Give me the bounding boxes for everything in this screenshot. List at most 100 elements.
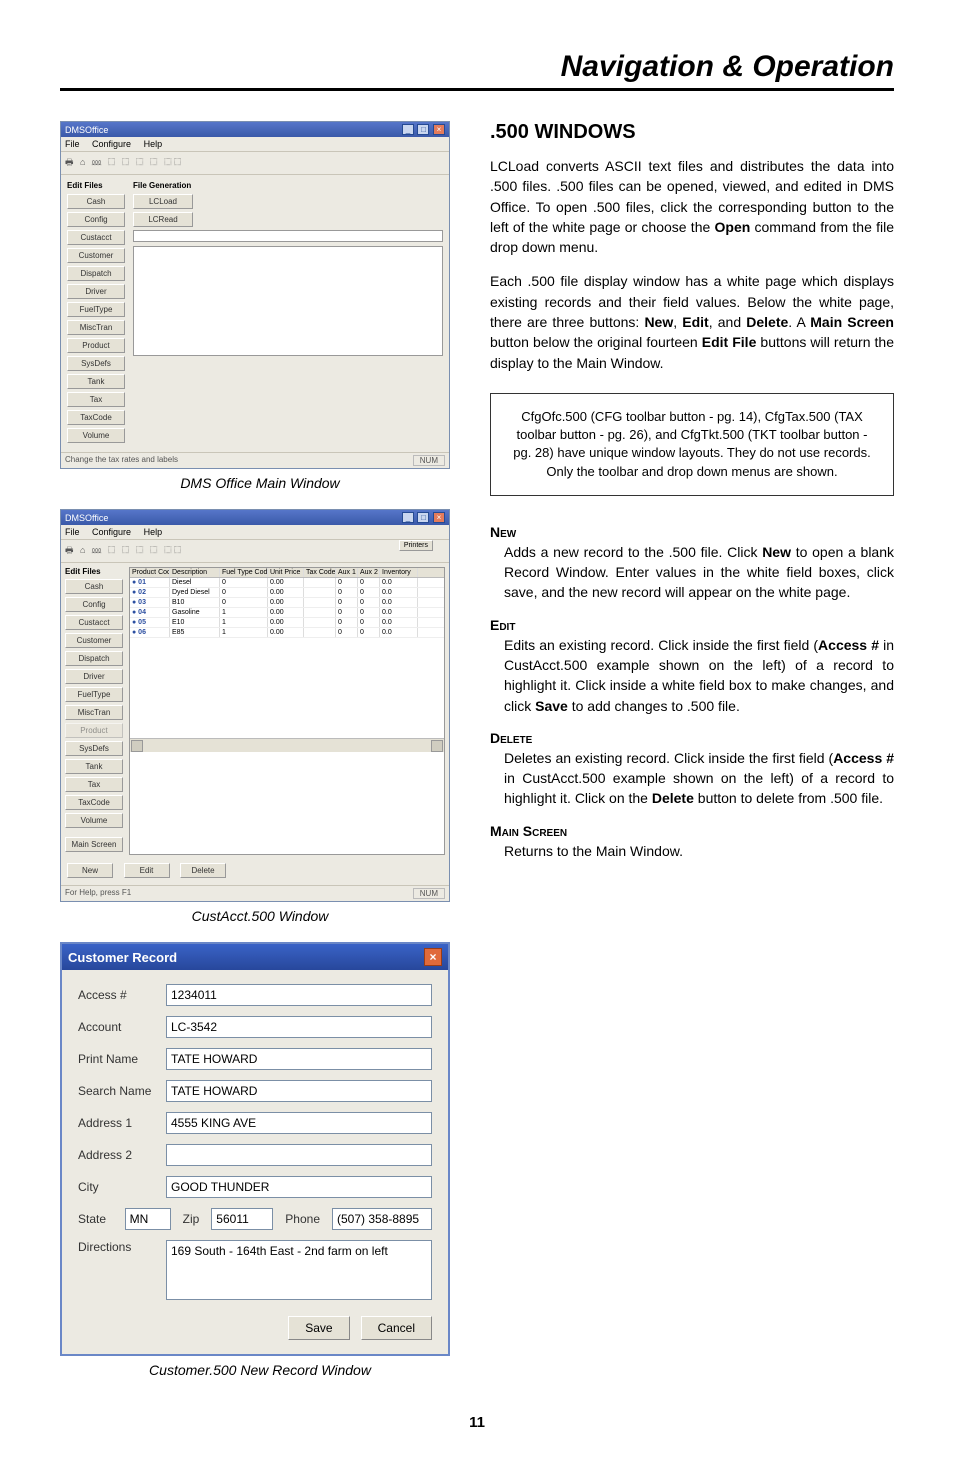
printname-input[interactable]: TATE HOWARD [166,1048,432,1070]
account-input[interactable]: LC-3542 [166,1016,432,1038]
close-icon[interactable]: × [433,124,445,135]
sidebar-volume[interactable]: Volume [67,428,125,443]
zip-input[interactable]: 56011 [211,1208,273,1230]
menubar: File Configure Help Printers [61,525,449,540]
menu-help[interactable]: Help [144,139,163,149]
maximize-icon[interactable]: □ [417,124,429,135]
sidebar-misctran[interactable]: MiscTran [65,705,123,720]
sidebar-fueltype[interactable]: FuelType [65,687,123,702]
printname-label: Print Name [78,1052,158,1066]
close-icon[interactable]: × [424,948,442,966]
access-input[interactable]: 1234011 [166,984,432,1006]
sidebar-custacct[interactable]: Custacct [65,615,123,630]
custacct-window: DMSOffice _ □ × File Configure Help Prin… [60,509,450,902]
sidebar-tax[interactable]: Tax [67,392,125,407]
subhead-delete: Delete [490,730,894,746]
sidebar-config[interactable]: Config [65,597,123,612]
delete-button[interactable]: Delete [180,863,226,878]
horizontal-scrollbar[interactable] [130,738,444,752]
minimize-icon[interactable]: _ [402,124,414,135]
window-title: DMSOffice [65,125,108,135]
sidebar-tax[interactable]: Tax [65,777,123,792]
sidebar-customer[interactable]: Customer [67,248,125,263]
data-grid: Product Code Description Fuel Type Code … [129,567,445,855]
numlock-indicator: NUM [413,888,445,899]
body-delete: Deletes an existing record. Click inside… [504,748,894,809]
sidebar-sysdefs[interactable]: SysDefs [65,741,123,756]
menubar: File Configure Help [61,137,449,152]
subhead-new: New [490,524,894,540]
window-controls: _ □ × [401,124,445,135]
sidebar-misctran[interactable]: MiscTran [67,320,125,335]
table-row[interactable]: ● 06E8510.00000.0 [130,628,444,638]
statusbar: Change the tax rates and labels NUM [61,452,449,468]
sidebar-config[interactable]: Config [67,212,125,227]
col-aux1[interactable]: Aux 1 [336,568,358,577]
numlock-indicator: NUM [413,455,445,466]
save-button[interactable]: Save [288,1316,349,1340]
sidebar-product[interactable]: Product [67,338,125,353]
menu-file[interactable]: File [65,527,80,537]
sidebar-dispatch[interactable]: Dispatch [65,651,123,666]
paragraph-1: LCLoad converts ASCII text files and dis… [490,156,894,257]
titlebar: Customer Record × [62,944,448,970]
col-fueltype[interactable]: Fuel Type Code [220,568,268,577]
titlebar: DMSOffice _ □ × [61,122,449,137]
menu-help[interactable]: Help [144,527,163,537]
col-unitprice[interactable]: Unit Price [268,568,304,577]
minimize-icon[interactable]: _ [402,512,414,523]
table-row[interactable]: ● 03B1000.00000.0 [130,598,444,608]
menu-file[interactable]: File [65,139,80,149]
printers-button[interactable]: Printers [399,540,433,551]
sidebar-sysdefs[interactable]: SysDefs [67,356,125,371]
col-taxcode[interactable]: Tax Code [304,568,336,577]
sidebar-taxcode[interactable]: TaxCode [67,410,125,425]
table-row[interactable]: ● 02Dyed Diesel00.00000.0 [130,588,444,598]
subhead-mainscreen: Main Screen [490,823,894,839]
sidebar-customer[interactable]: Customer [65,633,123,648]
left-column: DMSOffice _ □ × File Configure Help 🖶 ⌂ … [60,121,460,1396]
sidebar-driver[interactable]: Driver [67,284,125,299]
menu-configure[interactable]: Configure [92,139,131,149]
lcread-button[interactable]: LCRead [133,212,193,227]
address1-input[interactable]: 4555 KING AVE [166,1112,432,1134]
new-button[interactable]: New [67,863,113,878]
sidebar-cash[interactable]: Cash [65,579,123,594]
maximize-icon[interactable]: □ [417,512,429,523]
city-input[interactable]: GOOD THUNDER [166,1176,432,1198]
menu-configure[interactable]: Configure [92,527,131,537]
directions-input[interactable]: 169 South - 164th East - 2nd farm on lef… [166,1240,432,1300]
address2-input[interactable] [166,1144,432,1166]
toolbar[interactable]: 🖶 ⌂ ⅏ ⬚ ⬚ ⬚ ⬚ ⬚⬚ [61,540,449,563]
table-row[interactable]: ● 05E1010.00000.0 [130,618,444,628]
table-row[interactable]: ● 01Diesel00.00000.0 [130,578,444,588]
cancel-button[interactable]: Cancel [361,1316,432,1340]
sidebar-tank[interactable]: Tank [67,374,125,389]
section-title: .500 WINDOWS [490,121,894,144]
edit-button[interactable]: Edit [124,863,170,878]
col-inventory[interactable]: Inventory [380,568,418,577]
sidebar-dispatch[interactable]: Dispatch [67,266,125,281]
col-product-code[interactable]: Product Code [130,568,170,577]
main-screen-button[interactable]: Main Screen [65,837,123,852]
sidebar-taxcode[interactable]: TaxCode [65,795,123,810]
dms-main-window: DMSOffice _ □ × File Configure Help 🖶 ⌂ … [60,121,450,469]
table-row[interactable]: ● 04Gasoline10.00000.0 [130,608,444,618]
sidebar-cash[interactable]: Cash [67,194,125,209]
close-icon[interactable]: × [433,512,445,523]
window-title: DMSOffice [65,513,108,523]
sidebar-fueltype[interactable]: FuelType [67,302,125,317]
record-window-title: Customer Record [68,950,177,965]
city-label: City [78,1180,158,1194]
searchname-input[interactable]: TATE HOWARD [166,1080,432,1102]
toolbar[interactable]: 🖶 ⌂ ⅏ ⬚ ⬚ ⬚ ⬚ ⬚⬚ [61,152,449,175]
lcload-button[interactable]: LCLoad [133,194,193,209]
col-description[interactable]: Description [170,568,220,577]
sidebar-volume[interactable]: Volume [65,813,123,828]
phone-input[interactable]: (507) 358-8895 [332,1208,432,1230]
sidebar-driver[interactable]: Driver [65,669,123,684]
sidebar-tank[interactable]: Tank [65,759,123,774]
state-input[interactable]: MN [125,1208,171,1230]
sidebar-custacct[interactable]: Custacct [67,230,125,245]
col-aux2[interactable]: Aux 2 [358,568,380,577]
